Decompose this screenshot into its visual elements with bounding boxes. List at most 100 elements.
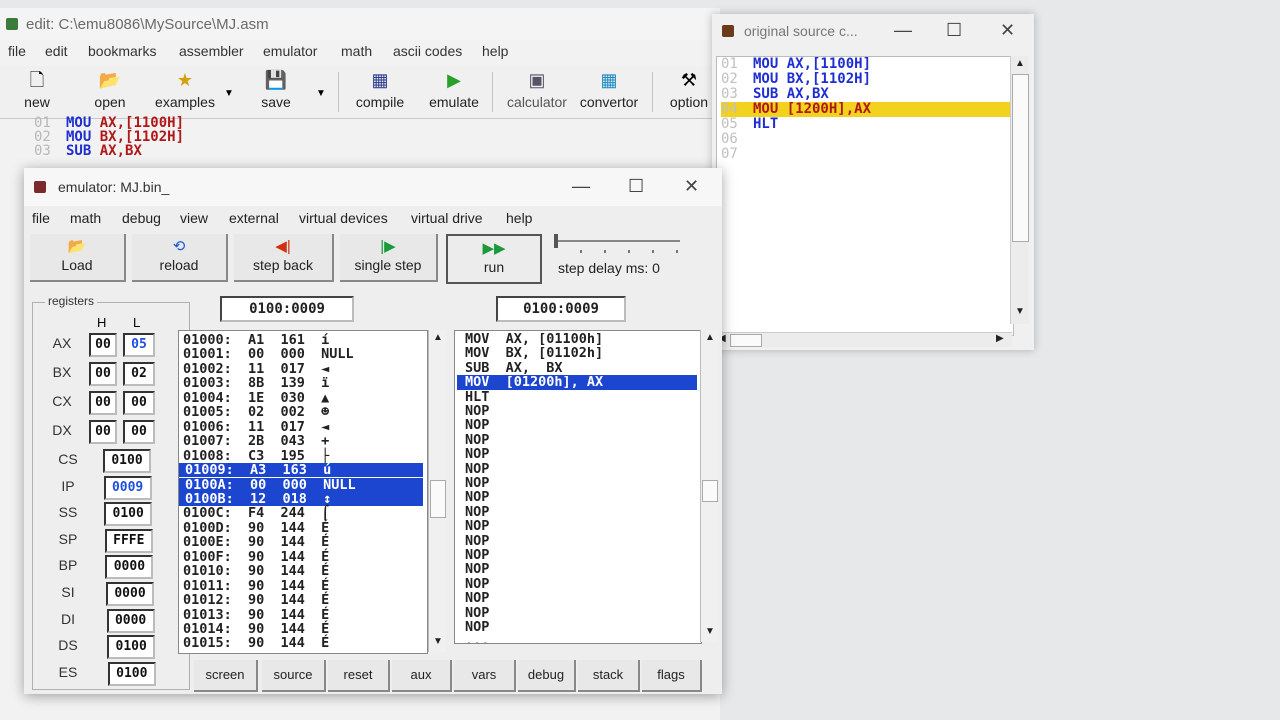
compile-button[interactable]: ▦ compile [350, 66, 410, 118]
disasm-address-field[interactable]: 0100:0009 [496, 296, 626, 322]
emu-menu-math[interactable]: math [70, 210, 101, 226]
register-sp[interactable]: FFFE [104, 528, 153, 553]
register-bx-high[interactable]: 00 [89, 362, 117, 386]
disasm-row[interactable]: NOP [465, 476, 697, 491]
editor-menu-assembler[interactable]: assembler [179, 43, 244, 59]
memory-row[interactable]: 0100E: 90 144 É [183, 535, 423, 550]
tab-vars[interactable]: vars [454, 660, 516, 692]
memory-row[interactable]: 01007: 2B 043 + [183, 434, 423, 449]
register-dx-low[interactable]: 00 [123, 420, 155, 444]
emu-menu-help[interactable]: help [506, 210, 532, 226]
tab-reset[interactable]: reset [328, 660, 390, 692]
memory-row[interactable]: 01003: 8B 139 ï [183, 376, 423, 391]
disasm-row[interactable]: NOP [465, 461, 697, 476]
memory-list[interactable]: 01000: A1 161 í 01001: 00 000 NULL 01002: … [178, 330, 428, 654]
memory-row[interactable]: 01008: C3 195 ├ [183, 448, 423, 463]
disasm-row[interactable]: NOP [465, 605, 697, 620]
disasm-scrollbar[interactable]: ▲ ▼ [700, 330, 718, 642]
register-ds[interactable]: 0100 [107, 635, 156, 660]
scroll-thumb[interactable] [702, 480, 718, 502]
disasm-row[interactable]: NOP [465, 432, 697, 447]
open-button[interactable]: 📂 open [86, 66, 134, 118]
disasm-row[interactable]: NOP [465, 562, 697, 577]
save-button[interactable]: 💾 save [256, 66, 296, 118]
maximize-icon[interactable]: ☐ [628, 176, 644, 197]
editor-menu-bookmarks[interactable]: bookmarks [88, 43, 156, 59]
register-di[interactable]: 0000 [106, 608, 155, 633]
calculator-button[interactable]: ▣ calculator [502, 66, 572, 118]
emulate-button[interactable]: ▶ emulate [424, 66, 484, 118]
disasm-row[interactable]: NOP [465, 404, 697, 419]
step-delay-slider-thumb[interactable] [554, 234, 558, 248]
disasm-row[interactable]: NOP [465, 548, 697, 563]
memory-row[interactable]: 0100C: F4 244 ⌠ [183, 506, 423, 521]
register-ax-low[interactable]: 05 [123, 333, 155, 357]
scroll-thumb[interactable] [430, 480, 446, 518]
memory-row[interactable]: 01004: 1E 030 ▲ [183, 390, 423, 405]
step-back-button[interactable]: ◀| step back [234, 234, 334, 282]
editor-code-area[interactable]: 01 MOU AX,[1100H] 02 MOU BX,[1102H] 03 SUB AX… [34, 116, 184, 158]
tab-flags[interactable]: flags [642, 660, 702, 692]
memory-row[interactable]: 01011: 90 144 É [183, 578, 423, 593]
memory-row[interactable]: 01005: 02 002 ☻ [183, 405, 423, 420]
register-cx-high[interactable]: 00 [89, 391, 117, 415]
scroll-up-arrow-icon[interactable]: ▲ [433, 332, 443, 343]
disasm-row[interactable]: SUB AX, BX [465, 360, 697, 375]
register-ip[interactable]: 0009 [103, 475, 152, 500]
minimize-icon[interactable]: — [572, 176, 590, 197]
scroll-right-arrow-icon[interactable]: ▶ [996, 333, 1004, 344]
disasm-row[interactable]: NOP [465, 533, 697, 548]
tab-source[interactable]: source [262, 660, 326, 692]
memory-row-selected[interactable]: 0100A: 00 000 NULL [179, 477, 423, 492]
memory-row[interactable]: 01000: A1 161 í [183, 333, 423, 348]
emu-menu-debug[interactable]: debug [122, 210, 161, 226]
single-step-button[interactable]: |▶ single step [340, 234, 438, 282]
save-dropdown[interactable]: ▼ [314, 66, 328, 118]
convertor-button[interactable]: ▦ convertor [576, 66, 642, 118]
scroll-down-arrow-icon[interactable]: ▼ [705, 626, 715, 637]
editor-menu-ascii-codes[interactable]: ascii codes [393, 43, 462, 59]
register-ss[interactable]: 0100 [104, 502, 153, 527]
register-bp[interactable]: 0000 [105, 555, 154, 580]
disasm-row[interactable]: NOP [465, 576, 697, 591]
examples-button[interactable]: ★ examples [150, 66, 220, 118]
tab-aux[interactable]: aux [392, 660, 452, 692]
memory-row[interactable]: 01001: 00 000 NULL [183, 347, 423, 362]
source-code-area[interactable]: 01 MOU AX,[1100H] 02 MOU BX,[1102H] 03 SUB AX… [716, 56, 1014, 336]
register-cs[interactable]: 0100 [103, 449, 151, 473]
close-icon[interactable]: ✕ [684, 176, 699, 197]
new-button[interactable]: 🗋 new [16, 66, 58, 118]
register-ax-high[interactable]: 00 [89, 333, 117, 357]
source-vertical-scrollbar[interactable]: ▲ ▼ [1010, 56, 1029, 324]
scroll-down-arrow-icon[interactable]: ▼ [1015, 306, 1025, 317]
disasm-row[interactable]: NOP [465, 447, 697, 462]
editor-menu-edit[interactable]: edit [45, 43, 68, 59]
disasm-row[interactable]: ... [465, 634, 697, 643]
editor-menu-file[interactable]: file [8, 43, 26, 59]
emu-menu-file[interactable]: file [32, 210, 50, 226]
emu-menu-virtual-drive[interactable]: virtual drive [411, 210, 483, 226]
minimize-icon[interactable]: — [894, 20, 912, 41]
register-cx-low[interactable]: 00 [123, 391, 155, 415]
register-es[interactable]: 0100 [107, 661, 156, 686]
memory-row[interactable]: 01006: 11 017 ◄ [183, 419, 423, 434]
disasm-row[interactable]: MOV BX, [01102h] [465, 346, 697, 361]
emu-menu-virtual-devices[interactable]: virtual devices [299, 210, 388, 226]
tab-stack[interactable]: stack [578, 660, 640, 692]
scroll-up-arrow-icon[interactable]: ▲ [1015, 58, 1025, 69]
tab-debug[interactable]: debug [518, 660, 576, 692]
disasm-row[interactable]: NOP [465, 620, 697, 635]
memory-row[interactable]: 0100F: 90 144 É [183, 549, 423, 564]
reload-button[interactable]: ⟲ reload [132, 234, 228, 282]
disasm-row[interactable]: NOP [465, 591, 697, 606]
scroll-down-arrow-icon[interactable]: ▼ [433, 636, 443, 647]
options-button[interactable]: ⚒ option [664, 66, 714, 118]
emu-menu-view[interactable]: view [180, 210, 208, 226]
maximize-icon[interactable]: ☐ [946, 20, 962, 41]
step-delay-slider[interactable] [556, 240, 680, 242]
disasm-row[interactable]: NOP [465, 519, 697, 534]
register-dx-high[interactable]: 00 [89, 420, 117, 444]
disasm-row[interactable]: NOP [465, 504, 697, 519]
memory-row[interactable]: 01010: 90 144 É [183, 564, 423, 579]
disasm-row[interactable]: HLT [465, 389, 697, 404]
